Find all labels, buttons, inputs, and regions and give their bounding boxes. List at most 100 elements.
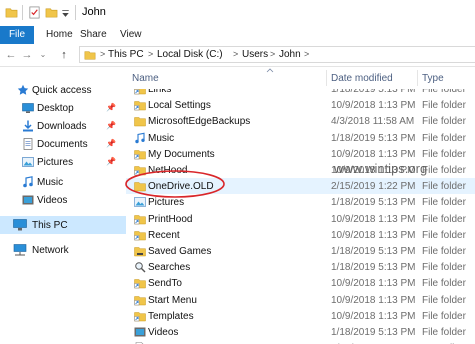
- file-row[interactable]: Local Settings 10/9/2018 1:13 PM File fold…: [126, 97, 475, 113]
- nav-videos[interactable]: Videos: [0, 192, 126, 209]
- file-row[interactable]: Music 1/18/2019 5:13 PM File folder: [126, 130, 475, 146]
- star-icon: [17, 84, 29, 95]
- pin-icon[interactable]: 📌: [106, 103, 116, 112]
- nav-documents-label: Documents: [37, 139, 88, 150]
- file-row[interactable]: Saved Games 1/18/2019 5:13 PM File folder: [126, 243, 475, 259]
- file-name: MicrosoftEdgeBackups: [148, 116, 251, 128]
- up-arrow-icon[interactable]: ↑: [57, 47, 71, 63]
- nav-downloads[interactable]: Downloads 📌: [0, 118, 126, 135]
- recent-locations-icon[interactable]: ⌄: [36, 47, 50, 63]
- customize-toolbar-icon[interactable]: [61, 6, 70, 19]
- file-row[interactable]: Start Menu 10/9/2018 1:13 PM File folder: [126, 292, 475, 308]
- chevron-right-icon[interactable]: >: [100, 49, 105, 59]
- forward-arrow-icon[interactable]: →: [20, 47, 34, 63]
- file-date-modified: 10/9/2018 1:13 PM: [331, 213, 416, 225]
- file-row[interactable]: Templates 10/9/2018 1:13 PM File folder: [126, 308, 475, 324]
- nav-music-label: Music: [37, 177, 64, 188]
- music-icon: [23, 176, 33, 188]
- file-row[interactable]: OneDrive.OLD 2/15/2019 1:22 PM File folder: [126, 178, 475, 195]
- chevron-right-icon[interactable]: >: [148, 49, 153, 59]
- folder-icon: [5, 8, 18, 18]
- file-date-modified: 1/18/2019 5:13 PM: [331, 89, 416, 95]
- pin-icon[interactable]: 📌: [106, 139, 116, 148]
- music-folder-icon: [135, 132, 145, 143]
- file-row[interactable]: Recent 10/9/2018 1:13 PM File folder: [126, 227, 475, 243]
- file-name: NetHood: [148, 165, 188, 176]
- nav-network-label: Network: [32, 245, 69, 256]
- file-row[interactable]: MicrosoftEdgeBackups 4/3/2018 11:58 AM Fil…: [126, 113, 475, 129]
- chevron-right-icon[interactable]: >: [270, 49, 275, 59]
- shortcut-folder-icon: [134, 231, 146, 241]
- documents-icon: [23, 138, 33, 150]
- file-row[interactable]: My Documents 10/9/2018 1:13 PM File folder: [126, 146, 475, 162]
- nav-documents[interactable]: Documents 📌: [0, 136, 126, 153]
- file-type: File folder: [422, 181, 466, 193]
- tab-home[interactable]: Home: [46, 26, 73, 44]
- column-header: Name Date modified Type: [126, 67, 475, 89]
- file-name: PrintHood: [148, 213, 193, 225]
- folder-icon: [84, 51, 96, 60]
- file-date-modified: 1/18/2019 5:13 PM: [331, 327, 416, 338]
- navigation-bar: ← → ⌄ ↑ > This PC > Local Disk (C:) > Us…: [0, 44, 475, 67]
- nav-music[interactable]: Music: [0, 174, 126, 191]
- nav-network[interactable]: Network: [0, 242, 126, 259]
- chevron-right-icon[interactable]: >: [233, 49, 238, 59]
- address-bar[interactable]: > This PC > Local Disk (C:) > Users > Jo…: [79, 46, 475, 63]
- nav-pictures[interactable]: Pictures 📌: [0, 154, 126, 171]
- back-arrow-icon[interactable]: ←: [4, 47, 18, 63]
- file-name: Links: [148, 89, 172, 95]
- breadcrumb-users[interactable]: Users: [242, 49, 268, 60]
- file-type: File folder: [422, 148, 466, 160]
- column-date-modified[interactable]: Date modified: [331, 73, 393, 84]
- chevron-right-icon[interactable]: >: [304, 49, 309, 59]
- shortcut-folder-icon: [134, 279, 146, 289]
- file-name: Local Settings: [148, 100, 211, 112]
- file-name: Templates: [148, 310, 194, 322]
- file-row[interactable]: Pictures 1/18/2019 5:13 PM File folder: [126, 194, 475, 210]
- tab-file[interactable]: File: [0, 26, 34, 44]
- pin-icon[interactable]: 📌: [106, 121, 116, 130]
- breadcrumb-john[interactable]: John: [279, 49, 301, 60]
- file-name: My Documents: [148, 148, 215, 160]
- nav-this-pc[interactable]: This PC: [0, 216, 126, 234]
- properties-icon[interactable]: [28, 6, 41, 19]
- file-row[interactable]: NTUSER.DAT2/15/2019 1:28 PMDAT File: [126, 340, 475, 344]
- file-date-modified: 2/15/2019 1:22 PM: [331, 181, 416, 193]
- file-type: File folder: [422, 246, 466, 257]
- breadcrumb-local-disk[interactable]: Local Disk (C:): [157, 49, 223, 60]
- downloads-icon: [23, 120, 33, 132]
- file-date-modified: 10/9/2018 1:13 PM: [331, 278, 416, 290]
- breadcrumb-this-pc[interactable]: This PC: [108, 49, 144, 60]
- file-date-modified: 10/9/2018 1:13 PM: [331, 294, 416, 306]
- file-type: File folder: [422, 310, 466, 322]
- navigation-pane: Quick access Desktop 📌 Downloads 📌 Docum…: [0, 67, 126, 344]
- file-row[interactable]: Links 1/18/2019 5:13 PM File folder: [126, 89, 475, 97]
- tab-share[interactable]: Share: [80, 26, 107, 44]
- file-row[interactable]: Videos 1/18/2019 5:13 PM File folder: [126, 324, 475, 340]
- column-type[interactable]: Type: [422, 73, 444, 84]
- shortcut-folder-icon: [134, 312, 146, 322]
- file-name: Recent: [148, 229, 180, 241]
- tab-view[interactable]: View: [120, 26, 142, 44]
- desktop-icon: [22, 103, 34, 113]
- file-type: File folder: [422, 89, 466, 95]
- file-type: File folder: [422, 229, 466, 241]
- file-row[interactable]: PrintHood 10/9/2018 1:13 PM File folder: [126, 211, 475, 227]
- new-folder-icon[interactable]: [45, 6, 58, 19]
- pin-icon[interactable]: 📌: [106, 157, 116, 166]
- column-name[interactable]: Name: [132, 73, 159, 84]
- file-date-modified: 1/18/2019 5:13 PM: [331, 132, 416, 144]
- nav-desktop[interactable]: Desktop 📌: [0, 100, 126, 117]
- file-date-modified: 4/3/2018 11:58 AM: [331, 116, 415, 128]
- shortcut-folder-icon: [134, 214, 146, 224]
- shortcut-folder-icon: [134, 89, 146, 95]
- pictures-folder-icon: [134, 197, 146, 208]
- file-name: Pictures: [148, 197, 185, 209]
- file-date-modified: 10/9/2018 1:13 PM: [331, 100, 416, 112]
- file-name: Music: [148, 132, 175, 144]
- file-row[interactable]: SendTo 10/9/2018 1:13 PM File folder: [126, 275, 475, 291]
- shortcut-folder-icon: [134, 295, 146, 305]
- nav-quick-access[interactable]: Quick access: [0, 82, 126, 99]
- nav-videos-label: Videos: [37, 195, 68, 206]
- file-row[interactable]: Searches 1/18/2019 5:13 PM File folder: [126, 259, 475, 275]
